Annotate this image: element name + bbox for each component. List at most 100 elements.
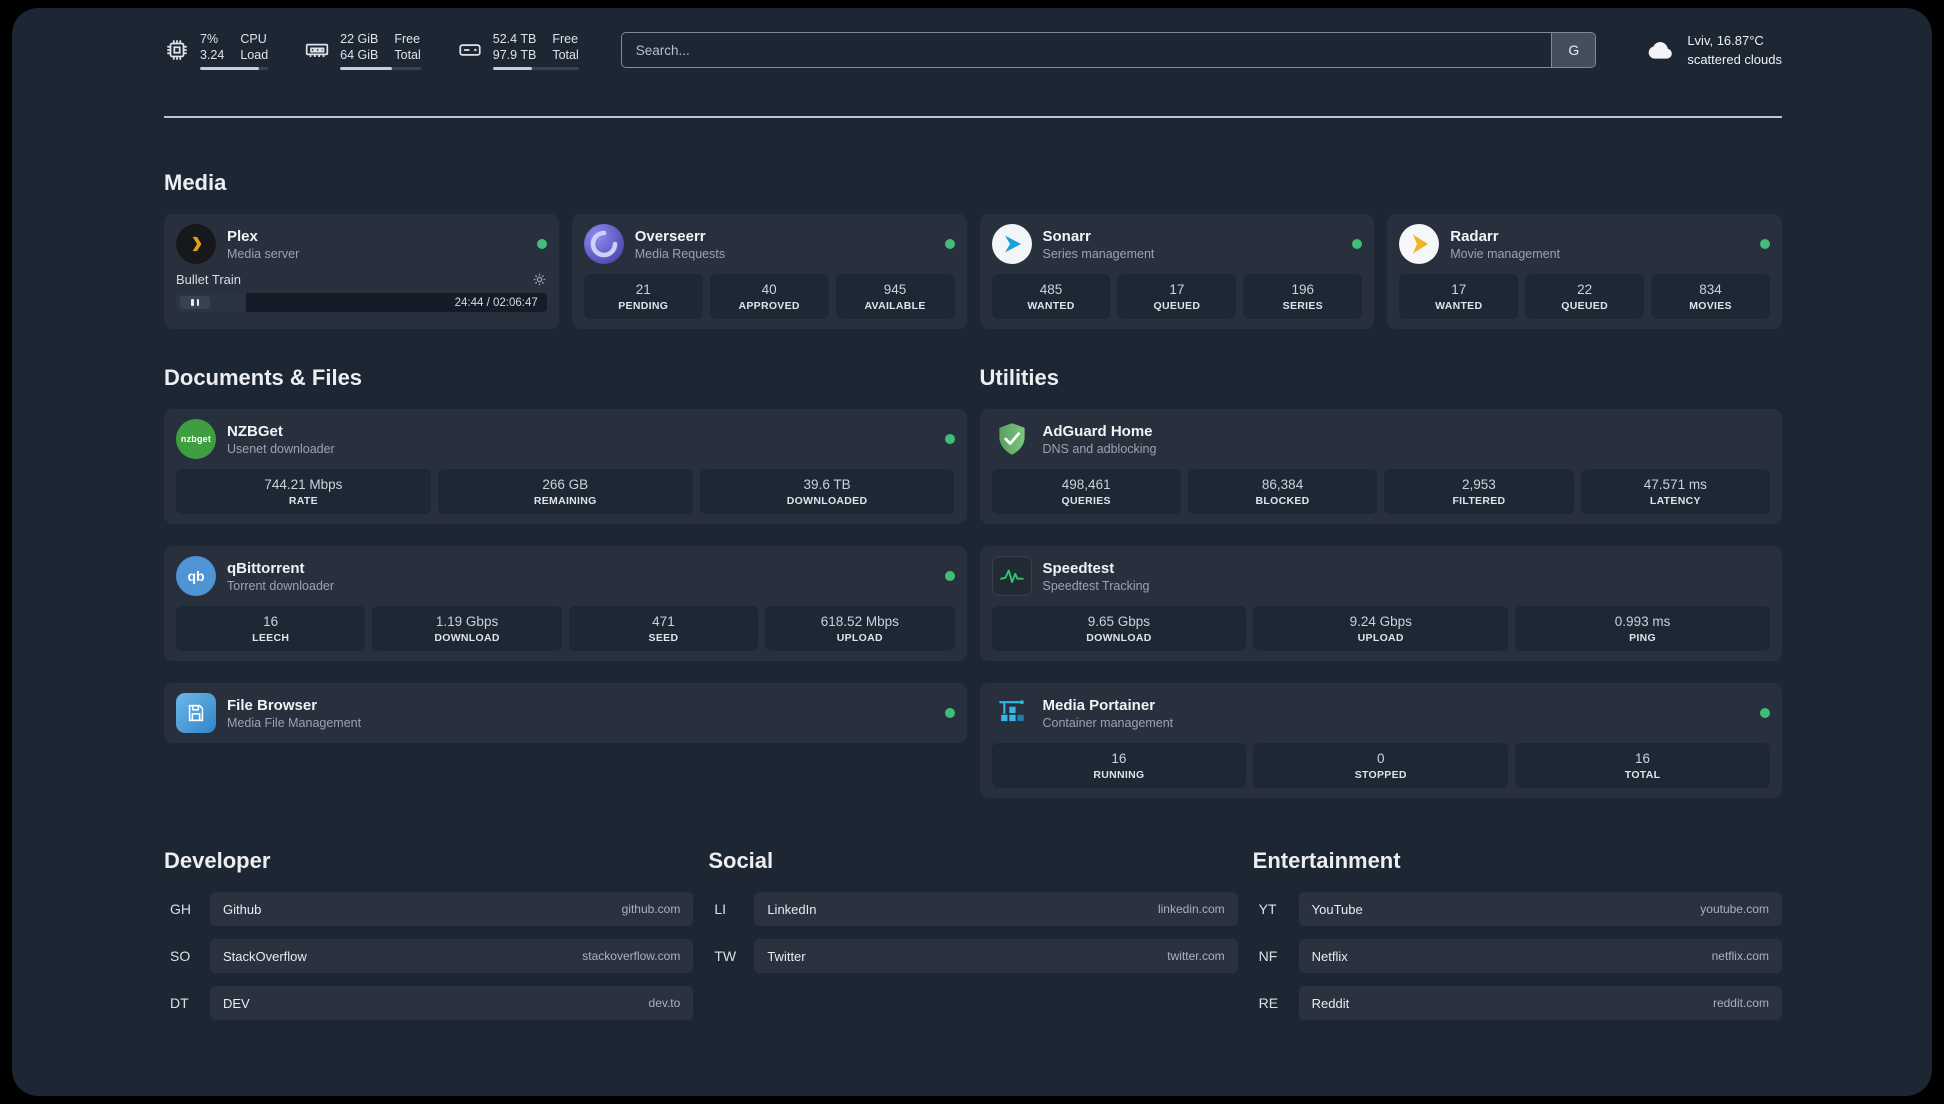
service-meta: qBittorrent Torrent downloader [227,560,334,593]
stat-tile: 498,461 QUERIES [991,469,1181,514]
stat-tile: 485 WANTED [991,274,1111,319]
bookmark-link-netflix[interactable]: Netflix netflix.com [1298,939,1782,973]
status-dot [944,571,955,581]
bookmark-row: SO StackOverflow stackoverflow.com [164,939,694,973]
cpu-chip-icon [167,40,187,60]
status-dot [1352,239,1363,249]
bookmark-abbr: TW [714,948,737,964]
section-title-media: Media [164,170,227,195]
cpu-values: 7% 3.24 [200,31,225,63]
disk-icon [459,44,481,56]
service-card-nzbget[interactable]: nzbget NZBGet Usenet downloader 744.21 M… [164,409,967,524]
bookmark-link-stackoverflow[interactable]: StackOverflow stackoverflow.com [210,939,694,973]
disk-usage-bar [492,66,579,70]
service-name: AdGuard Home [1042,422,1153,440]
service-description: Series management [1042,246,1155,261]
bookmark-abbr: NF [1258,948,1278,964]
bookmark-link-dev[interactable]: DEV dev.to [210,986,694,1020]
service-name: Sonarr [1042,227,1091,245]
service-meta: Media Portainer Container management [1043,697,1174,730]
section-title-developer: Developer [164,848,271,873]
bookmark-row: LI LinkedIn linkedin.com [708,892,1238,926]
status-dot [944,434,955,444]
bookmark-link-youtube[interactable]: YouTube youtube.com [1298,892,1782,926]
stat-tile: 40 APPROVED [709,274,829,319]
stat-tile: 16 TOTAL [1515,743,1770,788]
cpu-usage-bar [200,66,269,70]
service-card-filebrowser[interactable]: File Browser Media File Management [164,683,967,743]
service-description: Container management [1042,715,1174,730]
bookmark-link-github[interactable]: Github github.com [210,892,694,926]
service-card-speedtest[interactable]: Speedtest Speedtest Tracking 9.65 Gbps D… [979,546,1782,661]
search-bar: G [620,32,1597,68]
service-description: Speedtest Tracking [1042,578,1150,593]
stat-tile: 86,384 BLOCKED [1187,469,1378,514]
status-dot [944,708,955,718]
bookmarks-developer: Developer GH Github github.com SO StackO… [164,846,694,1033]
bookmark-row: NF Netflix netflix.com [1253,939,1782,973]
service-description: Movie management [1450,246,1561,261]
service-card-portainer[interactable]: Media Portainer Container management 16 … [979,683,1782,798]
disk-widget: 52.4 TB 97.9 TB Free Total [457,31,579,70]
service-meta: Speedtest Speedtest Tracking [1043,560,1150,593]
bookmarks-entertainment: Entertainment YT YouTube youtube.com NF … [1253,846,1782,1033]
service-card-radarr[interactable]: Radarr Movie management 17 WANTED 22 QUE… [1387,214,1782,329]
section-title-documents: Documents & Files [164,365,363,390]
stat-tile: 945 AVAILABLE [835,274,955,319]
stat-tile: 9.24 Gbps UPLOAD [1253,606,1509,651]
bookmark-abbr: YT [1258,901,1277,917]
service-name: NZBGet [227,422,283,440]
stat-tile: 618.52 Mbps UPLOAD [765,606,955,651]
ram-icon [305,43,329,58]
section-title-entertainment: Entertainment [1252,848,1401,873]
disk-values: 52.4 TB 97.9 TB [492,31,537,63]
disk-labels: Free Total [552,31,579,63]
service-meta: Sonarr Series management [1043,228,1155,261]
bookmark-link-linkedin[interactable]: LinkedIn linkedin.com [754,892,1238,926]
topbar-divider [164,116,1782,118]
adguard-shield-icon [992,419,1032,459]
bookmark-link-reddit[interactable]: Reddit reddit.com [1298,986,1782,1020]
cpu-labels: CPU Load [240,31,269,63]
bookmark-link-twitter[interactable]: Twitter twitter.com [754,939,1238,973]
gear-icon[interactable] [532,272,547,287]
service-card-plex[interactable]: Plex Media server Bullet Train 24:44 / 0… [164,214,559,329]
service-card-adguard[interactable]: AdGuard Home DNS and adblocking 498,461 … [979,409,1782,524]
nzbget-icon: nzbget [176,419,216,459]
service-description: Torrent downloader [227,578,335,593]
top-bar: 7% 3.24 CPU Load 22 GiB 64 GiB Free Tota… [164,24,1782,76]
stat-tile: 22 QUEUED [1525,274,1645,319]
section-title-utilities: Utilities [979,365,1059,390]
stat-tile: 39.6 TB DOWNLOADED [699,469,955,514]
search-input[interactable] [621,33,1552,67]
radarr-icon [1399,224,1440,264]
seek-bar[interactable]: 24:44 / 02:06:47 [176,293,547,312]
service-name: Plex [227,227,258,245]
weather-condition: scattered clouds [1687,52,1782,67]
search-provider-button[interactable]: G [1551,33,1596,67]
now-playing-title: Bullet Train [176,272,242,287]
service-description: Media server [227,246,300,261]
service-name: Radarr [1450,227,1499,245]
overseerr-icon [583,224,624,264]
filebrowser-icon [176,693,216,733]
bookmark-abbr: RE [1258,995,1279,1011]
bookmark-abbr: LI [714,901,727,917]
memory-widget: 22 GiB 64 GiB Free Total [304,31,421,70]
service-name: File Browser [227,696,318,714]
pause-button[interactable] [180,296,210,309]
stat-tile: 744.21 Mbps RATE [176,469,431,514]
stat-tile: 2,953 FILTERED [1384,469,1574,514]
stat-tile: 16 RUNNING [991,743,1247,788]
bookmark-row: RE Reddit reddit.com [1253,986,1782,1020]
service-card-overseerr[interactable]: Overseerr Media Requests 21 PENDING 40 A… [571,214,967,329]
service-description: DNS and adblocking [1042,441,1157,456]
service-card-sonarr[interactable]: Sonarr Series management 485 WANTED 17 Q… [979,214,1375,329]
cpu-widget: 7% 3.24 CPU Load [164,31,269,70]
memory-usage-bar [340,66,421,70]
plex-icon [176,224,216,264]
service-card-qbittorrent[interactable]: qb qBittorrent Torrent downloader 16 LEE… [164,546,967,661]
weather-widget: Lviv, 16.87°C scattered clouds [1640,31,1782,70]
bookmark-row: GH Github github.com [164,892,694,926]
playback-time: 24:44 / 02:06:47 [454,296,538,309]
